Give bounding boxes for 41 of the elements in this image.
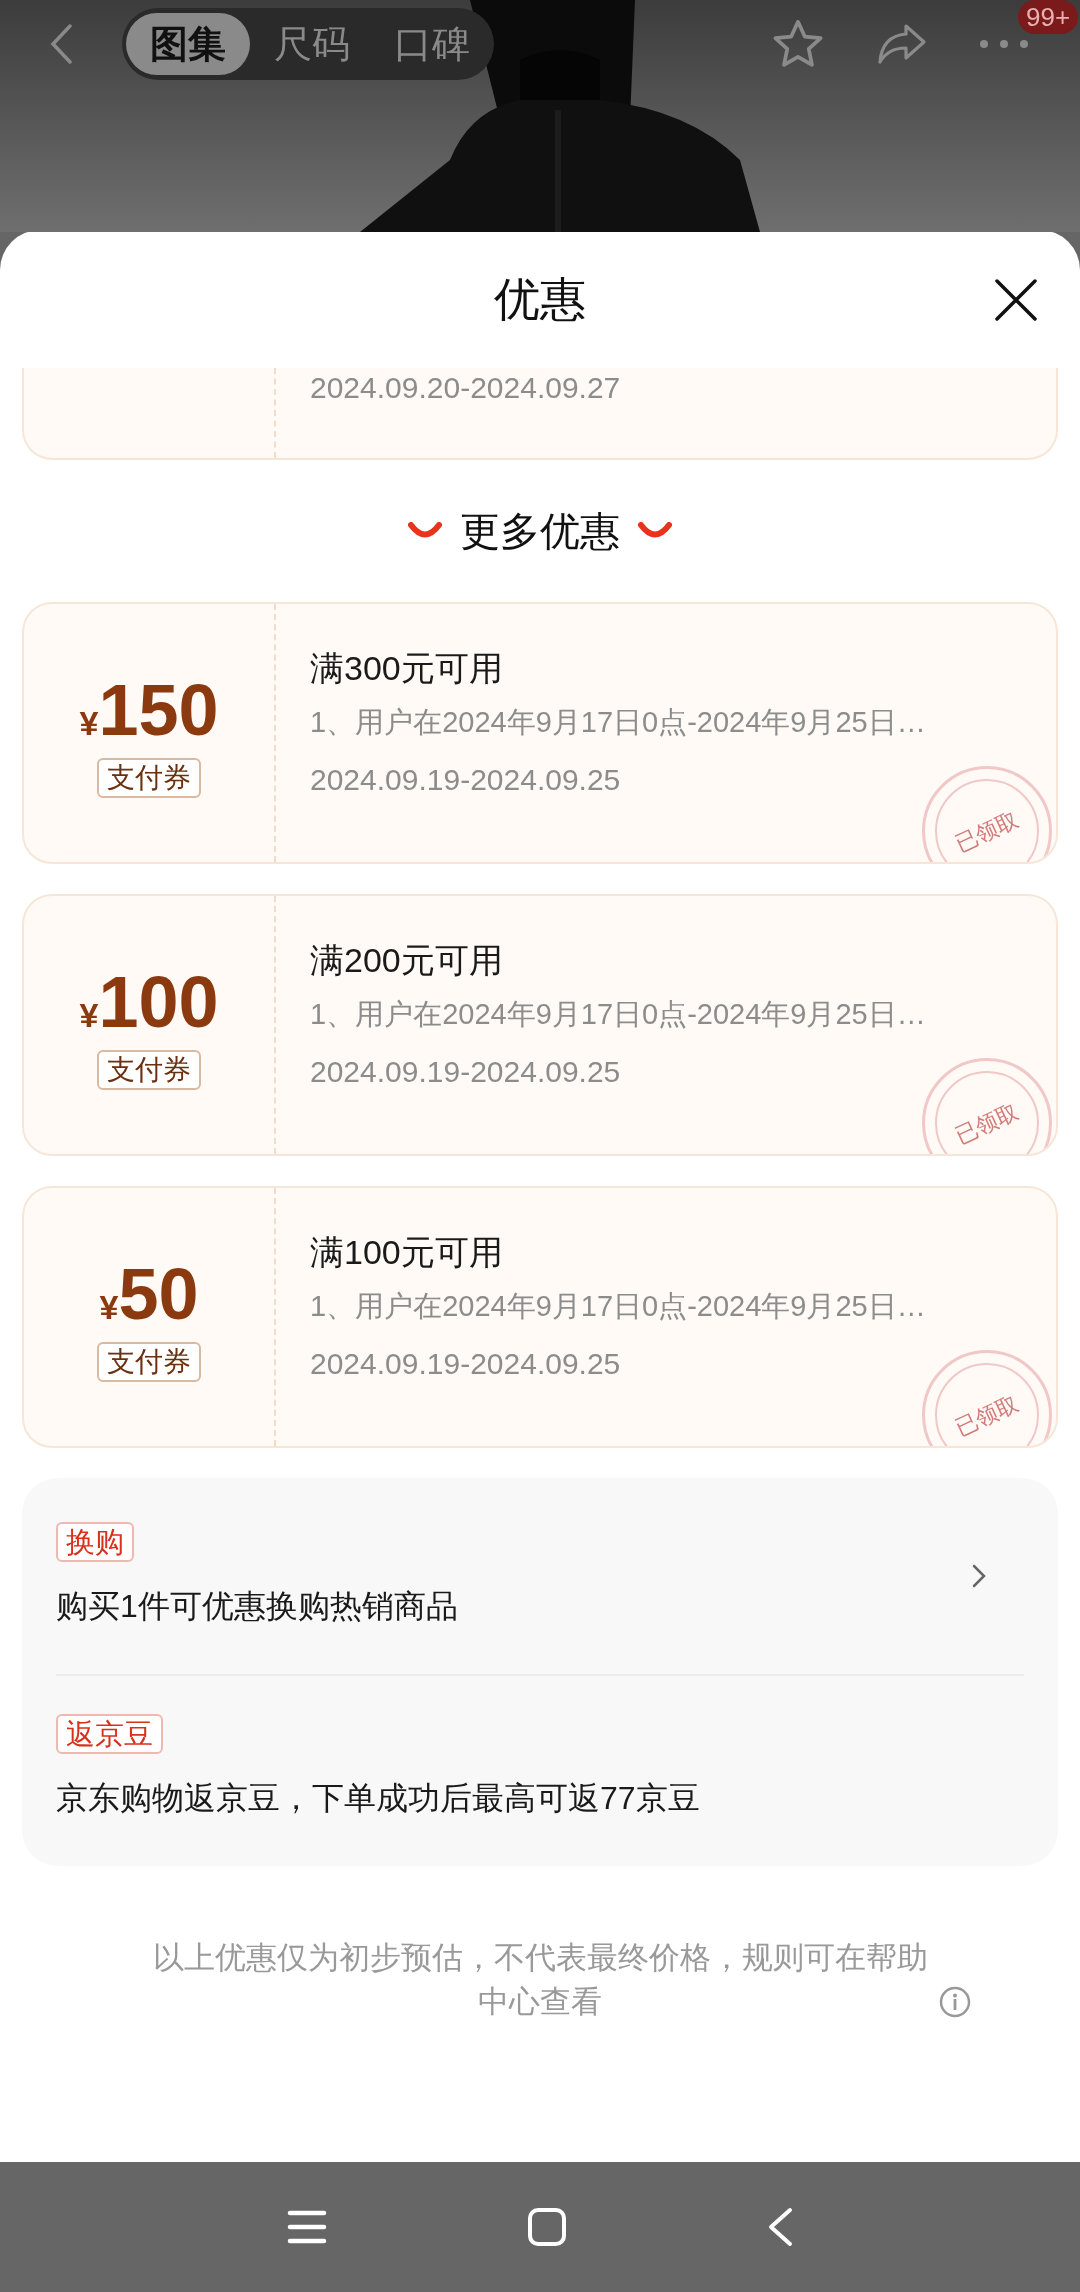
coupon-description: 1、用户在2024年9月17日0点-2024年9月25日…	[310, 997, 927, 1032]
offer-text: 购买1件可优惠换购热销商品	[56, 1587, 458, 1626]
back-icon[interactable]	[767, 2207, 793, 2247]
sheet-title: 优惠	[494, 271, 586, 327]
close-icon[interactable]	[994, 278, 1038, 322]
offer-text: 京东购物返京豆，下单成功后最高可返77京豆	[56, 1779, 700, 1818]
currency-symbol: ¥	[99, 1288, 119, 1328]
disclaimer-text: 以上优惠仅为初步预估，不代表最终价格，规则可在帮助中心查看	[151, 1939, 929, 2021]
coupon-amount: 100	[98, 961, 219, 1044]
coupon-amount: 150	[98, 669, 219, 752]
coupon-title: 满200元可用	[310, 940, 504, 981]
home-icon[interactable]	[527, 2207, 567, 2247]
coupon-amount: 50	[118, 1253, 199, 1336]
coupon-validity: 2024.09.20-2024.09.27	[309, 370, 621, 406]
coupon-validity: 2024.09.19-2024.09.25	[310, 762, 622, 798]
tab[interactable]: 口碑	[374, 13, 490, 75]
coupon-description: 1、用户在2024年9月17日0点-2024年9月25日…	[310, 705, 927, 740]
back-icon[interactable]	[50, 24, 72, 64]
smile-icon	[408, 522, 442, 540]
notification-badge: 99+	[1018, 0, 1079, 34]
currency-symbol: ¥	[79, 703, 99, 744]
currency-symbol: ¥	[79, 995, 99, 1036]
more-icon[interactable]	[978, 38, 1030, 50]
coupon-type-tag: 支付券	[97, 758, 201, 798]
coupon-title: 满300元可用	[310, 648, 504, 689]
smile-icon	[638, 522, 672, 540]
coupon-validity: 2024.09.19-2024.09.25	[310, 1054, 622, 1090]
coupon-description: 1、用户在2024年9月17日0点-2024年9月25日…	[310, 1289, 927, 1324]
coupon-validity: 2024.09.19-2024.09.25	[310, 1346, 622, 1382]
coupon-title: 满100元可用	[310, 1232, 504, 1273]
section-title: 更多优惠	[460, 508, 620, 555]
offer-tag: 返京豆	[56, 1714, 163, 1754]
chevron-right-icon[interactable]	[972, 1564, 986, 1588]
coupon-type-tag: 支付券	[97, 1050, 201, 1090]
tab[interactable]: 图集	[126, 13, 250, 75]
menu-icon[interactable]	[287, 2209, 327, 2245]
share-icon[interactable]	[876, 22, 928, 66]
coupon-type-tag: 支付券	[97, 1342, 201, 1382]
offer-tag: 换购	[56, 1522, 134, 1562]
info-icon[interactable]	[939, 1986, 971, 2018]
tab[interactable]: 尺码	[254, 13, 370, 75]
